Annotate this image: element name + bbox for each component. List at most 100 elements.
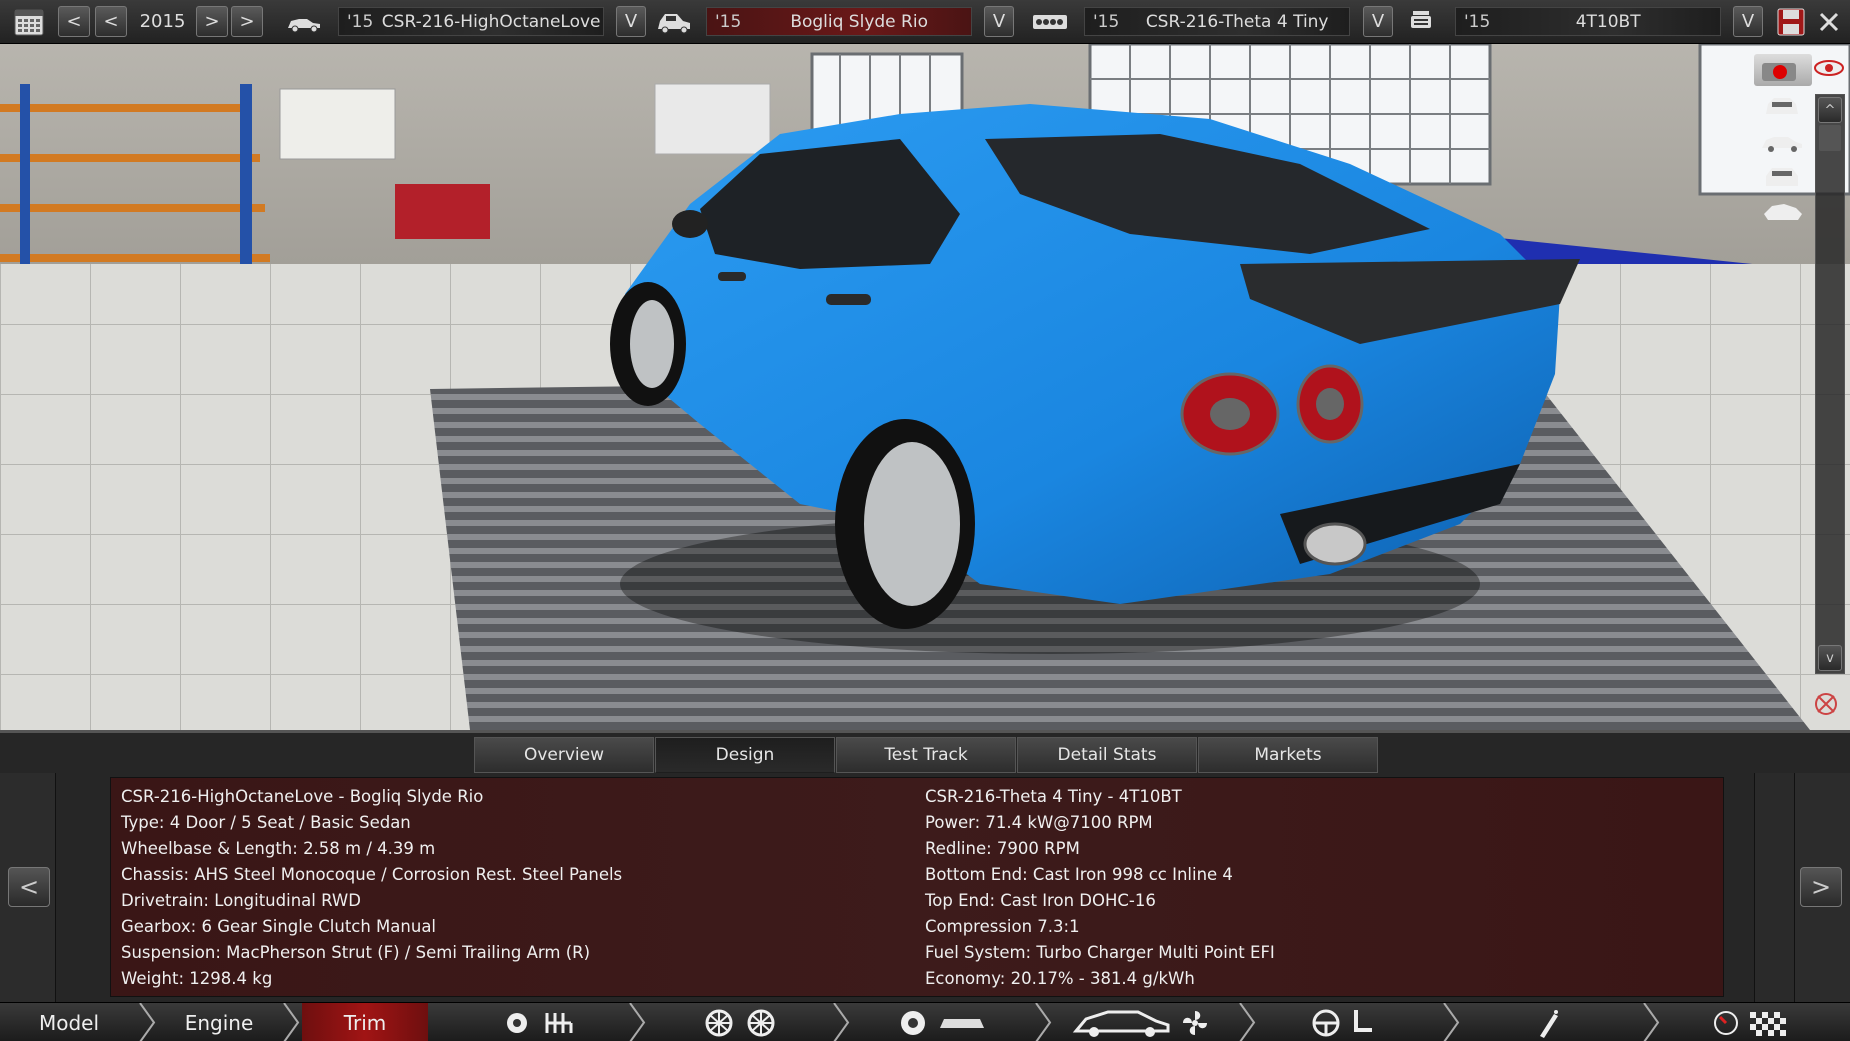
calendar-icon[interactable] bbox=[10, 8, 48, 36]
checkered-flag-icon bbox=[1750, 1011, 1786, 1036]
year-label: 2015 bbox=[139, 11, 186, 32]
info-panel: Overview Design Test Track Detail Stats … bbox=[0, 730, 1850, 1005]
tab-design[interactable]: Design bbox=[655, 737, 835, 773]
bottom-nav: Model Engine Trim bbox=[0, 1002, 1850, 1041]
wheel-icon bbox=[747, 1009, 775, 1036]
engine-top-end: Top End: Cast Iron DOHC-16 bbox=[925, 891, 1156, 910]
nav-engine[interactable]: Engine bbox=[158, 1003, 280, 1041]
trim-selector[interactable]: '15 Bogliq Slyde Rio bbox=[706, 7, 972, 36]
car-summary-column: CSR-216-HighOctaneLove - Bogliq Slyde Ri… bbox=[121, 784, 622, 992]
viewport-zoom-scrollbar[interactable]: ^ v bbox=[1815, 94, 1845, 674]
nav-testing[interactable] bbox=[1712, 1003, 1788, 1041]
engine-summary-column: CSR-216-Theta 4 Tiny - 4T10BT Power: 71.… bbox=[925, 784, 1275, 992]
view-side-icon[interactable] bbox=[1758, 128, 1806, 158]
view-rear-icon[interactable] bbox=[1758, 162, 1806, 192]
trim-year: '15 bbox=[715, 11, 742, 32]
engine-family-name: CSR-216-Theta 4 Tiny bbox=[1145, 11, 1329, 32]
engine-variant-dropdown-button[interactable]: V bbox=[1733, 6, 1763, 37]
piston-icon bbox=[1404, 8, 1438, 36]
year-next-fast-button[interactable]: > bbox=[231, 6, 263, 37]
spray-can-icon bbox=[1540, 1009, 1558, 1038]
gear-icon bbox=[507, 1012, 527, 1033]
zoom-down-button[interactable]: v bbox=[1818, 645, 1842, 671]
panel-prev-button[interactable]: < bbox=[8, 867, 50, 907]
eye-icon[interactable] bbox=[1812, 56, 1846, 80]
engine-compression: Compression 7.3:1 bbox=[925, 917, 1080, 936]
chevron-right-icon bbox=[283, 1003, 300, 1041]
steering-wheel-icon bbox=[1312, 1009, 1340, 1036]
garage-scene bbox=[0, 44, 1850, 730]
engine-redline: Redline: 7900 RPM bbox=[925, 839, 1080, 858]
panel-next-button[interactable]: > bbox=[1800, 867, 1842, 907]
engine-family-dropdown-button[interactable]: V bbox=[1363, 6, 1393, 37]
zoom-thumb[interactable] bbox=[1819, 125, 1841, 151]
model-year: '15 bbox=[347, 11, 374, 32]
year-prev-fast-button[interactable]: < bbox=[58, 6, 90, 37]
car-3d-viewport[interactable]: ^ v bbox=[0, 44, 1850, 730]
engine-variant-selector[interactable]: '15 4T10BT bbox=[1455, 7, 1721, 36]
nav-fixtures[interactable] bbox=[1530, 1003, 1564, 1041]
trim-dropdown-button[interactable]: V bbox=[984, 6, 1014, 37]
nav-aero[interactable] bbox=[1072, 1003, 1210, 1041]
speedometer-icon bbox=[1714, 1010, 1738, 1035]
chevron-right-icon bbox=[833, 1003, 850, 1041]
model-name: CSR-216-HighOctaneLove bbox=[381, 11, 601, 32]
chassis-icon bbox=[940, 1018, 984, 1028]
car-gearbox: Gearbox: 6 Gear Single Clutch Manual bbox=[121, 917, 437, 936]
car-drivetrain: Drivetrain: Longitudinal RWD bbox=[121, 891, 361, 910]
nav-trim[interactable]: Trim bbox=[302, 1003, 428, 1041]
reset-view-icon[interactable] bbox=[1810, 688, 1842, 720]
trim-name: Bogliq Slyde Rio bbox=[790, 11, 928, 32]
chevron-right-icon bbox=[1239, 1003, 1256, 1041]
panel-right-strip bbox=[1754, 773, 1794, 1005]
view-perspective-icon[interactable] bbox=[1758, 196, 1806, 226]
fan-icon bbox=[1183, 1010, 1207, 1035]
nav-interior[interactable] bbox=[1310, 1003, 1376, 1041]
engine-bottom-end: Bottom End: Cast Iron 998 cc Inline 4 bbox=[925, 865, 1233, 884]
engine-fuel-system: Fuel System: Turbo Charger Multi Point E… bbox=[925, 943, 1275, 962]
save-icon[interactable] bbox=[1774, 6, 1808, 38]
info-tabs: Overview Design Test Track Detail Stats … bbox=[474, 737, 1379, 773]
nav-body[interactable] bbox=[898, 1003, 988, 1041]
engine-power: Power: 71.4 kW@7100 RPM bbox=[925, 813, 1153, 832]
car-body-icon bbox=[1072, 1010, 1170, 1037]
car-suspension: Suspension: MacPherson Strut (F) / Semi … bbox=[121, 943, 591, 962]
design-summary-box: CSR-216-HighOctaneLove - Bogliq Slyde Ri… bbox=[110, 777, 1724, 997]
zoom-up-button[interactable]: ^ bbox=[1818, 97, 1842, 123]
model-selector[interactable]: '15 CSR-216-HighOctaneLove bbox=[338, 7, 604, 36]
view-front-icon[interactable] bbox=[1758, 92, 1806, 122]
tab-overview[interactable]: Overview bbox=[474, 737, 654, 773]
nav-drivetrain[interactable] bbox=[500, 1003, 576, 1041]
tab-markets[interactable]: Markets bbox=[1198, 737, 1378, 773]
chevron-right-icon bbox=[1643, 1003, 1660, 1041]
engine-family-year: '15 bbox=[1093, 11, 1120, 32]
year-prev-button[interactable]: < bbox=[95, 6, 127, 37]
car-weight: Weight: 1298.4 kg bbox=[121, 969, 273, 988]
wheel-icon bbox=[705, 1009, 733, 1036]
seat-icon bbox=[1354, 1009, 1372, 1032]
car-model-icon bbox=[284, 8, 324, 36]
nav-model[interactable]: Model bbox=[0, 1003, 138, 1041]
app-window: < < 2015 > > '15 CSR-216-HighOctaneLove … bbox=[0, 0, 1850, 1041]
record-camera-icon[interactable] bbox=[1754, 54, 1812, 86]
car-type: Type: 4 Door / 5 Seat / Basic Sedan bbox=[121, 813, 411, 832]
engine-title: CSR-216-Theta 4 Tiny - 4T10BT bbox=[925, 787, 1182, 806]
top-toolbar: < < 2015 > > '15 CSR-216-HighOctaneLove … bbox=[0, 0, 1850, 44]
engine-family-selector[interactable]: '15 CSR-216-Theta 4 Tiny bbox=[1084, 7, 1350, 36]
year-next-button[interactable]: > bbox=[196, 6, 228, 37]
close-icon[interactable] bbox=[1814, 8, 1844, 36]
chevron-right-icon bbox=[139, 1003, 156, 1041]
trim-body-icon bbox=[654, 8, 694, 36]
car-wheelbase-length: Wheelbase & Length: 2.58 m / 4.39 m bbox=[121, 839, 436, 858]
gearshift-icon bbox=[545, 1012, 573, 1033]
tab-test-track[interactable]: Test Track bbox=[836, 737, 1016, 773]
engine-variant-name: 4T10BT bbox=[1575, 11, 1641, 32]
engine-variant-year: '15 bbox=[1464, 11, 1491, 32]
chevron-right-icon bbox=[1035, 1003, 1052, 1041]
model-dropdown-button[interactable]: V bbox=[616, 6, 646, 37]
tab-detail-stats[interactable]: Detail Stats bbox=[1017, 737, 1197, 773]
chevron-right-icon bbox=[629, 1003, 646, 1041]
car-title: CSR-216-HighOctaneLove - Bogliq Slyde Ri… bbox=[121, 787, 484, 806]
nav-suspension[interactable] bbox=[702, 1003, 778, 1041]
chevron-right-icon bbox=[1443, 1003, 1460, 1041]
